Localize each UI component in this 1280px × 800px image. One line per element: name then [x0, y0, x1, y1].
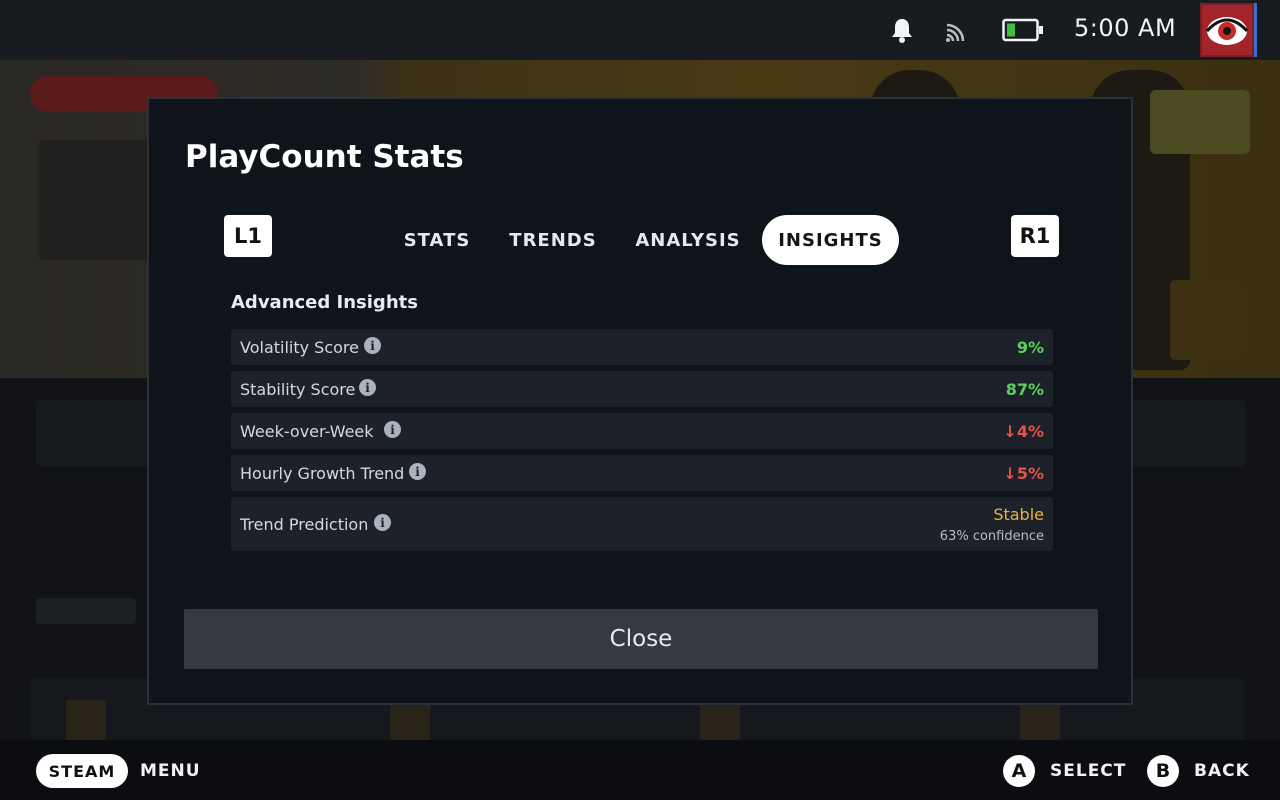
bell-icon[interactable]	[888, 16, 916, 44]
insight-label: Stability Score	[240, 380, 356, 399]
insight-value: ↓5%	[1003, 464, 1044, 483]
insight-row-trend-prediction: Trend Prediction i Stable 63% confidence	[231, 497, 1053, 551]
background-friends-heading	[36, 598, 136, 624]
info-icon[interactable]: i	[359, 379, 376, 396]
back-label[interactable]: BACK	[1194, 761, 1250, 781]
bottom-controller-bar: STEAM MENU A SELECT B BACK	[0, 740, 1280, 800]
insight-row-hourly-growth: Hourly Growth Trend i ↓5%	[231, 455, 1053, 491]
insight-label: Volatility Score	[240, 338, 359, 357]
background-badge	[1150, 90, 1250, 154]
confidence-text: 63% confidence	[939, 529, 1044, 544]
insight-label: Hourly Growth Trend	[240, 464, 405, 483]
insight-value: 9%	[1016, 338, 1044, 357]
l1-shoulder-button[interactable]: L1	[224, 215, 272, 257]
playcount-stats-dialog: PlayCount Stats L1 STATS TRENDS ANALYSIS…	[147, 97, 1133, 705]
info-icon[interactable]: i	[364, 337, 381, 354]
info-icon[interactable]: i	[384, 421, 401, 438]
insight-row-week-over-week: Week-over-Week i ↓4%	[231, 413, 1053, 449]
background-thumbnail	[1020, 700, 1060, 740]
insight-row-stability: Stability Score i 87%	[231, 371, 1053, 407]
menu-label[interactable]: MENU	[140, 761, 201, 781]
tab-analysis[interactable]: ANALYSIS	[625, 215, 751, 265]
background-thumbnail	[66, 700, 106, 740]
insight-label: Trend Prediction	[240, 515, 369, 534]
info-icon[interactable]: i	[374, 514, 391, 531]
dialog-title: PlayCount Stats	[185, 139, 464, 175]
select-label[interactable]: SELECT	[1050, 761, 1126, 781]
a-button-icon[interactable]: A	[1003, 755, 1035, 787]
clock: 5:00 AM	[1074, 14, 1177, 42]
insight-row-volatility: Volatility Score i 9%	[231, 329, 1053, 365]
avatar[interactable]	[1200, 3, 1257, 57]
info-icon[interactable]: i	[409, 463, 426, 480]
tab-insights[interactable]: INSIGHTS	[762, 215, 899, 265]
top-status-bar: 5:00 AM	[0, 0, 1280, 60]
r1-shoulder-button[interactable]: R1	[1011, 215, 1059, 257]
steam-button[interactable]: STEAM	[36, 754, 128, 788]
background-thumbnail	[390, 700, 430, 740]
insight-value: ↓4%	[1003, 422, 1044, 441]
tab-stats[interactable]: STATS	[389, 215, 485, 265]
battery-icon[interactable]	[1002, 16, 1044, 44]
background-thumbnail	[700, 700, 740, 740]
b-button-icon[interactable]: B	[1147, 755, 1179, 787]
section-title: Advanced Insights	[231, 292, 418, 313]
close-button[interactable]: Close	[184, 609, 1098, 669]
cast-icon[interactable]	[944, 16, 972, 44]
tab-trends[interactable]: TRENDS	[501, 215, 605, 265]
background-badge	[1170, 280, 1242, 360]
insight-value: Stable	[993, 505, 1044, 524]
insight-value: 87%	[1005, 380, 1044, 399]
insight-label: Week-over-Week	[240, 422, 374, 441]
